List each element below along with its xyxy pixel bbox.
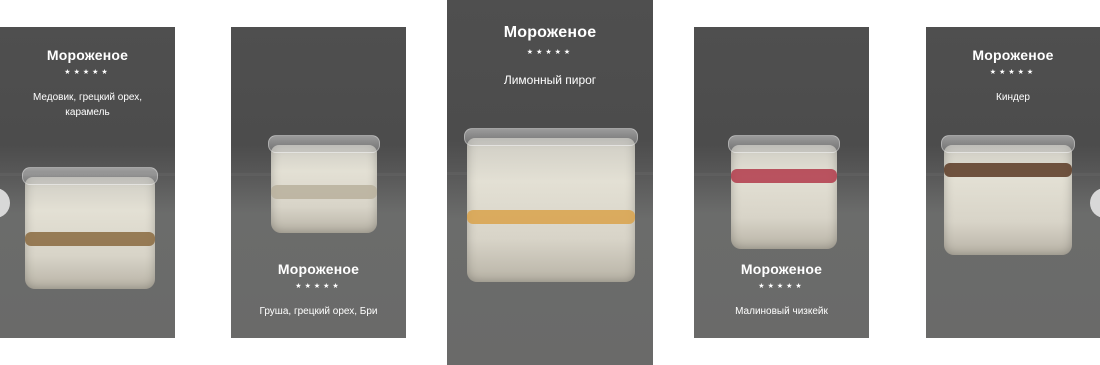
jar-swirl	[944, 163, 1072, 177]
product-title: Мороженое	[277, 261, 360, 277]
jar-swirl	[25, 232, 155, 246]
product-card-2[interactable]: Мороженое ★★★★★ Груша, грецкий орех, Бри	[231, 27, 406, 338]
rating-stars: ★★★★★	[526, 49, 574, 56]
rating-stars: ★★★★★	[989, 69, 1037, 76]
ice-cream-jar	[268, 135, 380, 233]
product-carousel: Мороженое ★★★★★ Медовик, грецкий орех, к…	[0, 0, 1100, 365]
product-title: Мороженое	[972, 47, 1054, 63]
rating-stars: ★★★★★	[295, 283, 342, 290]
ice-cream-jar	[22, 167, 158, 289]
rating-stars: ★★★★★	[64, 69, 111, 76]
jar-swirl	[731, 169, 837, 183]
product-description: Лимонный пирог	[503, 73, 597, 87]
jar-swirl	[467, 210, 635, 224]
product-title: Мороженое	[46, 47, 129, 63]
product-card-1[interactable]: Мороженое ★★★★★ Медовик, грецкий орех, к…	[0, 27, 175, 338]
product-card-5[interactable]: Мороженое ★★★★★ Киндер	[926, 27, 1100, 338]
product-card-3[interactable]: Мороженое ★★★★★ Лимонный пирог	[447, 0, 653, 365]
rating-stars: ★★★★★	[758, 283, 805, 290]
product-card-4[interactable]: Мороженое ★★★★★ Малиновый чизкейк	[694, 27, 869, 338]
jar-swirl	[271, 185, 377, 199]
product-title: Мороженое	[740, 261, 823, 277]
ice-cream-jar	[464, 128, 638, 282]
product-description: Груша, грецкий орех, Бри	[259, 306, 378, 317]
product-description: Медовик, грецкий орех, карамель	[32, 92, 143, 118]
product-description: Малиновый чизкейк	[735, 306, 828, 317]
ice-cream-jar	[728, 135, 840, 249]
ice-cream-jar	[941, 135, 1075, 255]
product-title: Мороженое	[503, 24, 597, 41]
product-description: Киндер	[996, 92, 1030, 103]
